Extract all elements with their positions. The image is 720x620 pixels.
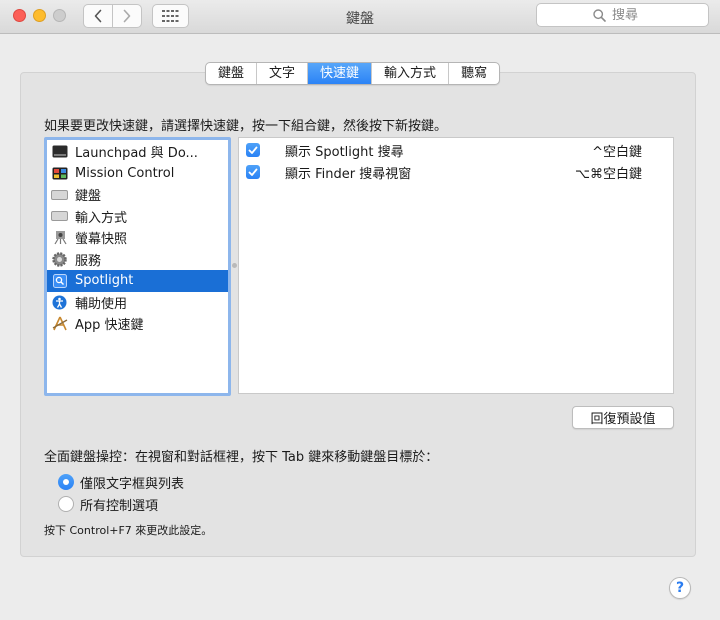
spotlight-icon	[51, 273, 68, 288]
split-view-divider[interactable]	[232, 263, 237, 268]
shortcut-enabled-checkbox[interactable]	[246, 143, 260, 157]
tab-text[interactable]: 文字	[256, 63, 307, 84]
category-label: 鍵盤	[75, 189, 102, 205]
radio-button-selected[interactable]	[58, 474, 74, 490]
screenshot-icon	[51, 231, 68, 245]
category-label: 服務	[75, 253, 102, 269]
radio-label: 僅限文字框與列表	[80, 476, 185, 492]
tab-shortcuts[interactable]: 快速鍵	[307, 63, 372, 84]
category-item-accessibility[interactable]: 輔助使用	[47, 292, 228, 314]
accessibility-icon	[51, 295, 68, 310]
radio-text-boxes-and-lists[interactable]: 僅限文字框與列表	[58, 473, 185, 492]
search-input[interactable]	[612, 7, 652, 23]
category-label: 輔助使用	[75, 296, 128, 312]
category-item-screenshots[interactable]: 螢幕快照	[47, 227, 228, 249]
mission-control-icon	[51, 166, 68, 180]
tab-keyboard[interactable]: 鍵盤	[206, 63, 256, 84]
shortcut-label: 顯示 Finder 搜尋視窗	[285, 166, 412, 182]
category-label: Mission Control	[75, 165, 175, 181]
shortcut-list[interactable]: 顯示 Spotlight 搜尋 ^空白鍵 顯示 Finder 搜尋視窗 ⌥⌘空白…	[238, 137, 674, 394]
tab-bar: 鍵盤 文字 快速鍵 輸入方式 聽寫	[205, 62, 501, 85]
input-method-icon	[51, 209, 68, 223]
radio-button[interactable]	[58, 496, 74, 512]
category-label: Spotlight	[75, 273, 134, 289]
category-label: App 快速鍵	[75, 318, 144, 334]
full-keyboard-access-label: 全面鍵盤操控：在視窗和對話框裡，按下 Tab 鍵來移動鍵盤目標於：	[44, 450, 439, 465]
app-shortcuts-icon	[51, 316, 68, 331]
category-label: 螢幕快照	[75, 232, 128, 248]
instruction-text: 如果要更改快速鍵，請選擇快速鍵，按一下組合鍵，然後按下新按鍵。	[44, 119, 448, 134]
checkmark-icon	[248, 146, 258, 154]
search-field[interactable]	[536, 3, 709, 27]
shortcut-key-combo[interactable]: ^空白鍵	[592, 141, 642, 160]
tab-dictation[interactable]: 聽寫	[448, 63, 499, 84]
category-item-spotlight[interactable]: Spotlight	[47, 270, 228, 292]
checkmark-icon	[248, 168, 258, 176]
control-f7-hint: 按下 Control+F7 來更改此設定。	[44, 524, 213, 537]
shortcut-enabled-checkbox[interactable]	[246, 165, 260, 179]
services-gear-icon	[51, 252, 68, 267]
shortcut-key-combo[interactable]: ⌥⌘空白鍵	[575, 163, 642, 182]
category-item-input-sources[interactable]: 輸入方式	[47, 206, 228, 228]
help-button[interactable]: ?	[669, 577, 691, 599]
category-item-app-shortcuts[interactable]: App 快速鍵	[47, 313, 228, 335]
category-item-mission-control[interactable]: Mission Control	[47, 163, 228, 185]
tab-input-sources[interactable]: 輸入方式	[371, 63, 448, 84]
keyboard-icon	[51, 188, 68, 202]
category-item-services[interactable]: 服務	[47, 249, 228, 271]
shortcut-label: 顯示 Spotlight 搜尋	[285, 144, 404, 160]
category-item-keyboard[interactable]: 鍵盤	[47, 184, 228, 206]
title-bar: 鍵盤	[0, 0, 720, 34]
shortcut-row[interactable]: 顯示 Spotlight 搜尋 ^空白鍵	[239, 139, 673, 161]
search-icon	[593, 8, 606, 22]
restore-defaults-button[interactable]: 回復預設值	[572, 406, 674, 429]
shortcut-row[interactable]: 顯示 Finder 搜尋視窗 ⌥⌘空白鍵	[239, 161, 673, 183]
shortcut-category-list[interactable]: Launchpad 與 Do... Mission Control 鍵盤 輸入方…	[44, 137, 231, 396]
radio-all-controls[interactable]: 所有控制選項	[58, 495, 159, 514]
category-item-launchpad-dock[interactable]: Launchpad 與 Do...	[47, 141, 228, 163]
category-label: 輸入方式	[75, 210, 128, 226]
launchpad-icon	[51, 145, 68, 159]
category-label: Launchpad 與 Do...	[75, 146, 198, 162]
help-icon: ?	[675, 580, 685, 596]
radio-label: 所有控制選項	[80, 498, 159, 514]
